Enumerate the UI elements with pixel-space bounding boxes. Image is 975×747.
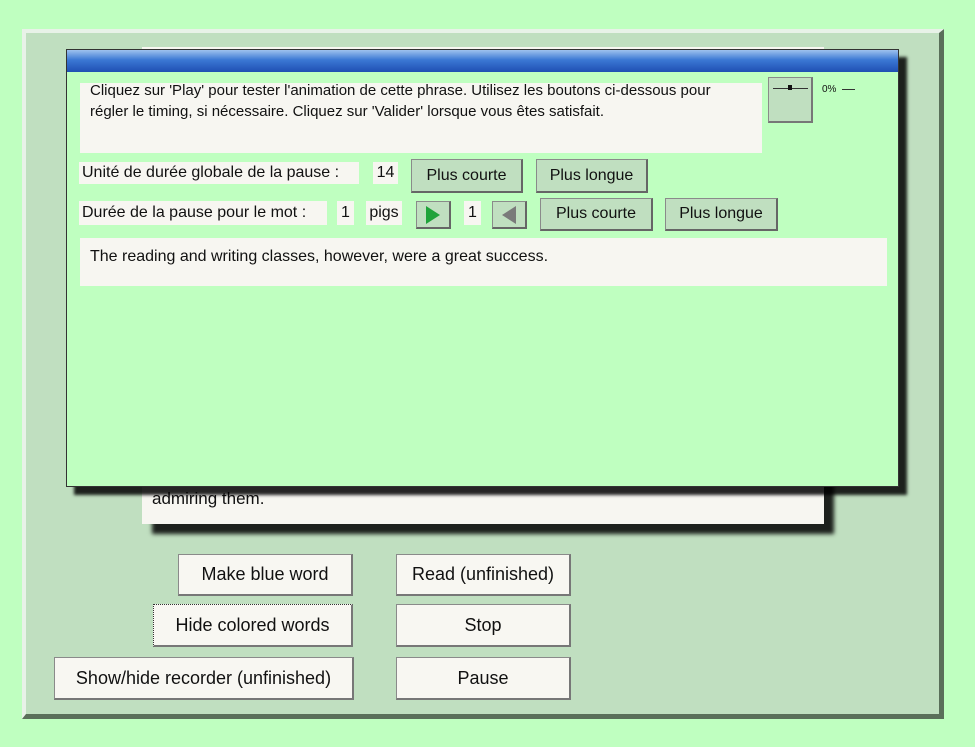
word-shorter-button[interactable]: Plus courte bbox=[540, 198, 653, 231]
play-icon bbox=[426, 205, 440, 224]
meter-percent: 0% bbox=[822, 84, 837, 95]
word-pause-label: Durée de la pause pour le mot : bbox=[79, 201, 327, 225]
global-pause-label: Unité de durée globale de la pause : bbox=[79, 162, 359, 184]
hide-colored-words-button[interactable]: Hide colored words bbox=[153, 604, 353, 647]
instructions-text: Cliquez sur 'Play' pour tester l'animati… bbox=[90, 83, 711, 120]
global-longer-button[interactable]: Plus longue bbox=[536, 159, 648, 193]
dialog-titlebar[interactable] bbox=[67, 50, 898, 72]
show-hide-recorder-button[interactable]: Show/hide recorder (unfinished) bbox=[54, 657, 354, 700]
sentence-text: The reading and writing classes, however… bbox=[90, 248, 549, 265]
stop-button[interactable]: Stop bbox=[396, 604, 571, 647]
timing-dialog: Cliquez sur 'Play' pour tester l'animati… bbox=[66, 49, 899, 487]
play-button[interactable] bbox=[416, 201, 451, 229]
word-pause-value[interactable]: 1 bbox=[337, 201, 354, 225]
back-arrow-icon bbox=[502, 205, 516, 224]
back-button[interactable] bbox=[492, 201, 527, 229]
level-meter bbox=[768, 77, 813, 123]
pause-button[interactable]: Pause bbox=[396, 657, 571, 700]
current-word-field: pigs bbox=[366, 201, 402, 225]
word-longer-button[interactable]: Plus longue bbox=[665, 198, 778, 231]
story-text: admiring them. bbox=[152, 489, 265, 508]
global-pause-value[interactable]: 14 bbox=[373, 162, 398, 184]
global-shorter-button[interactable]: Plus courte bbox=[411, 159, 523, 193]
make-blue-word-button[interactable]: Make blue word bbox=[178, 554, 353, 596]
read-button[interactable]: Read (unfinished) bbox=[396, 554, 571, 596]
instructions-box: Cliquez sur 'Play' pour tester l'animati… bbox=[80, 83, 762, 153]
meter-dash bbox=[842, 89, 855, 90]
sentence-box: The reading and writing classes, however… bbox=[80, 238, 887, 286]
next-index-field: 1 bbox=[464, 201, 481, 225]
